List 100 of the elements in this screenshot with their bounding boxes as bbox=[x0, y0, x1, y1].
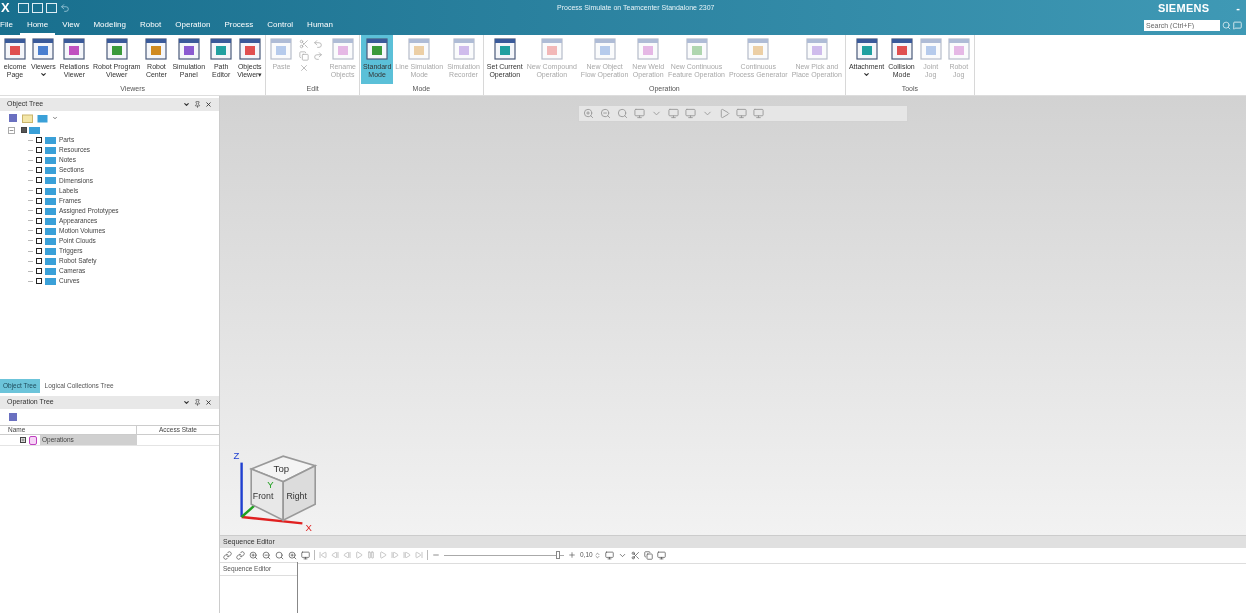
checkbox[interactable] bbox=[36, 147, 42, 154]
undo-icon[interactable] bbox=[60, 3, 70, 13]
folder-icon bbox=[45, 257, 56, 266]
operation-icon bbox=[29, 435, 37, 445]
playback-icon[interactable] bbox=[355, 551, 363, 559]
folder-icon bbox=[45, 216, 56, 225]
folder-icon[interactable] bbox=[37, 113, 48, 123]
window-icon bbox=[144, 37, 169, 61]
toolbar-icon[interactable] bbox=[604, 550, 614, 560]
window-icon bbox=[746, 37, 771, 61]
viewport-tool-icon[interactable] bbox=[634, 108, 645, 119]
checkbox[interactable] bbox=[36, 177, 42, 184]
checkbox[interactable] bbox=[36, 157, 42, 164]
folder-icon bbox=[45, 226, 56, 235]
viewport-tool-icon[interactable] bbox=[600, 108, 611, 119]
checkbox[interactable] bbox=[36, 238, 42, 244]
playback-icon[interactable] bbox=[343, 551, 351, 559]
folder-icon bbox=[45, 186, 56, 195]
window-icon bbox=[854, 37, 879, 61]
copy-icon[interactable] bbox=[299, 51, 310, 61]
menu-tab[interactable]: Robot bbox=[132, 16, 169, 35]
viewport-tool-icon[interactable] bbox=[753, 108, 764, 119]
folder-icon[interactable] bbox=[22, 113, 33, 123]
minus-icon[interactable] bbox=[432, 551, 440, 559]
speed-slider[interactable] bbox=[444, 551, 564, 559]
checkbox[interactable] bbox=[36, 187, 42, 194]
toolbar-icon[interactable] bbox=[275, 550, 284, 560]
playback-icon[interactable] bbox=[367, 551, 375, 559]
toolbar-icon[interactable] bbox=[630, 550, 640, 560]
toolbar-icon[interactable] bbox=[249, 550, 258, 560]
checkbox[interactable] bbox=[21, 127, 27, 133]
menu-tab[interactable]: Modeling bbox=[86, 16, 133, 35]
toolbar-icon[interactable] bbox=[223, 550, 232, 560]
playback-icon[interactable] bbox=[331, 551, 339, 559]
menu-tab[interactable]: Human bbox=[300, 16, 340, 35]
folder-icon bbox=[45, 146, 56, 155]
app-logo: X bbox=[0, 0, 11, 18]
checkbox[interactable] bbox=[36, 248, 42, 255]
expand-toggle[interactable] bbox=[20, 437, 26, 443]
menu-tab[interactable]: View bbox=[55, 16, 87, 35]
redo-icon[interactable] bbox=[313, 51, 324, 61]
folder-icon bbox=[45, 166, 56, 175]
window-icon bbox=[539, 37, 564, 61]
checkbox[interactable] bbox=[36, 197, 42, 204]
chat-icon[interactable] bbox=[1233, 21, 1242, 30]
toolbar-icon[interactable] bbox=[301, 550, 310, 560]
viewport-tool-icon[interactable] bbox=[719, 108, 730, 119]
toolbar-icon[interactable] bbox=[262, 550, 271, 560]
window-icon bbox=[237, 37, 262, 61]
toolbar-icon[interactable] bbox=[656, 550, 666, 560]
toolbar-icon[interactable] bbox=[236, 550, 245, 560]
folder-icon bbox=[45, 156, 56, 165]
plus-icon[interactable] bbox=[568, 551, 576, 559]
viewport-tool-icon[interactable] bbox=[617, 108, 628, 119]
folder-icon bbox=[29, 126, 40, 134]
quick-access-icon[interactable] bbox=[18, 3, 29, 13]
viewport-tool-icon[interactable] bbox=[583, 108, 594, 119]
delete-icon[interactable] bbox=[299, 63, 310, 73]
checkbox[interactable] bbox=[36, 207, 42, 214]
playback-icon[interactable] bbox=[391, 551, 399, 559]
quick-access-icon[interactable] bbox=[32, 3, 43, 13]
menu-tab[interactable]: Control bbox=[260, 16, 301, 35]
menu-tab[interactable]: File bbox=[0, 16, 20, 35]
menu-tab[interactable]: Home bbox=[19, 16, 56, 35]
close-icon[interactable] bbox=[205, 101, 212, 108]
close-icon[interactable] bbox=[205, 399, 212, 406]
pin-icon[interactable] bbox=[194, 399, 201, 406]
3d-viewport[interactable]: Top Front Right Z Y X bbox=[220, 96, 1246, 535]
window-icon bbox=[918, 37, 943, 61]
slider-thumb[interactable] bbox=[556, 551, 560, 559]
viewport-tool-icon[interactable] bbox=[668, 108, 679, 119]
toolbar-icon[interactable] bbox=[643, 550, 653, 560]
checkbox[interactable] bbox=[36, 167, 42, 174]
tree-view-icon[interactable] bbox=[8, 113, 18, 123]
menu-tab[interactable]: Process bbox=[217, 16, 261, 35]
dropdown-icon[interactable] bbox=[183, 101, 190, 108]
window-icon bbox=[684, 37, 709, 61]
search-icon[interactable] bbox=[1222, 21, 1231, 30]
toolbar-icon[interactable] bbox=[288, 550, 297, 560]
dropdown-icon[interactable] bbox=[183, 399, 190, 406]
folder-icon bbox=[45, 277, 56, 286]
checkbox[interactable] bbox=[36, 268, 42, 275]
window-icon bbox=[104, 37, 129, 61]
checkbox[interactable] bbox=[36, 258, 42, 265]
viewport-tool-icon[interactable] bbox=[685, 108, 696, 119]
scissors-icon[interactable] bbox=[299, 39, 310, 49]
playback-icon[interactable] bbox=[379, 551, 387, 559]
expand-toggle[interactable] bbox=[8, 126, 15, 134]
tree-view-icon[interactable] bbox=[8, 412, 18, 422]
viewport-tool-icon[interactable] bbox=[736, 108, 747, 119]
checkbox[interactable] bbox=[36, 278, 42, 285]
playback-icon[interactable] bbox=[403, 551, 411, 559]
checkbox[interactable] bbox=[36, 217, 42, 224]
undo-icon[interactable] bbox=[313, 39, 324, 49]
checkbox[interactable] bbox=[36, 227, 42, 234]
checkbox[interactable] bbox=[36, 137, 42, 144]
quick-access-icon[interactable] bbox=[46, 3, 57, 13]
menu-tab[interactable]: Operation bbox=[168, 16, 218, 35]
navigation-cube-drawing[interactable]: Top Front Right Z Y X bbox=[232, 421, 328, 533]
pin-icon[interactable] bbox=[194, 101, 201, 108]
